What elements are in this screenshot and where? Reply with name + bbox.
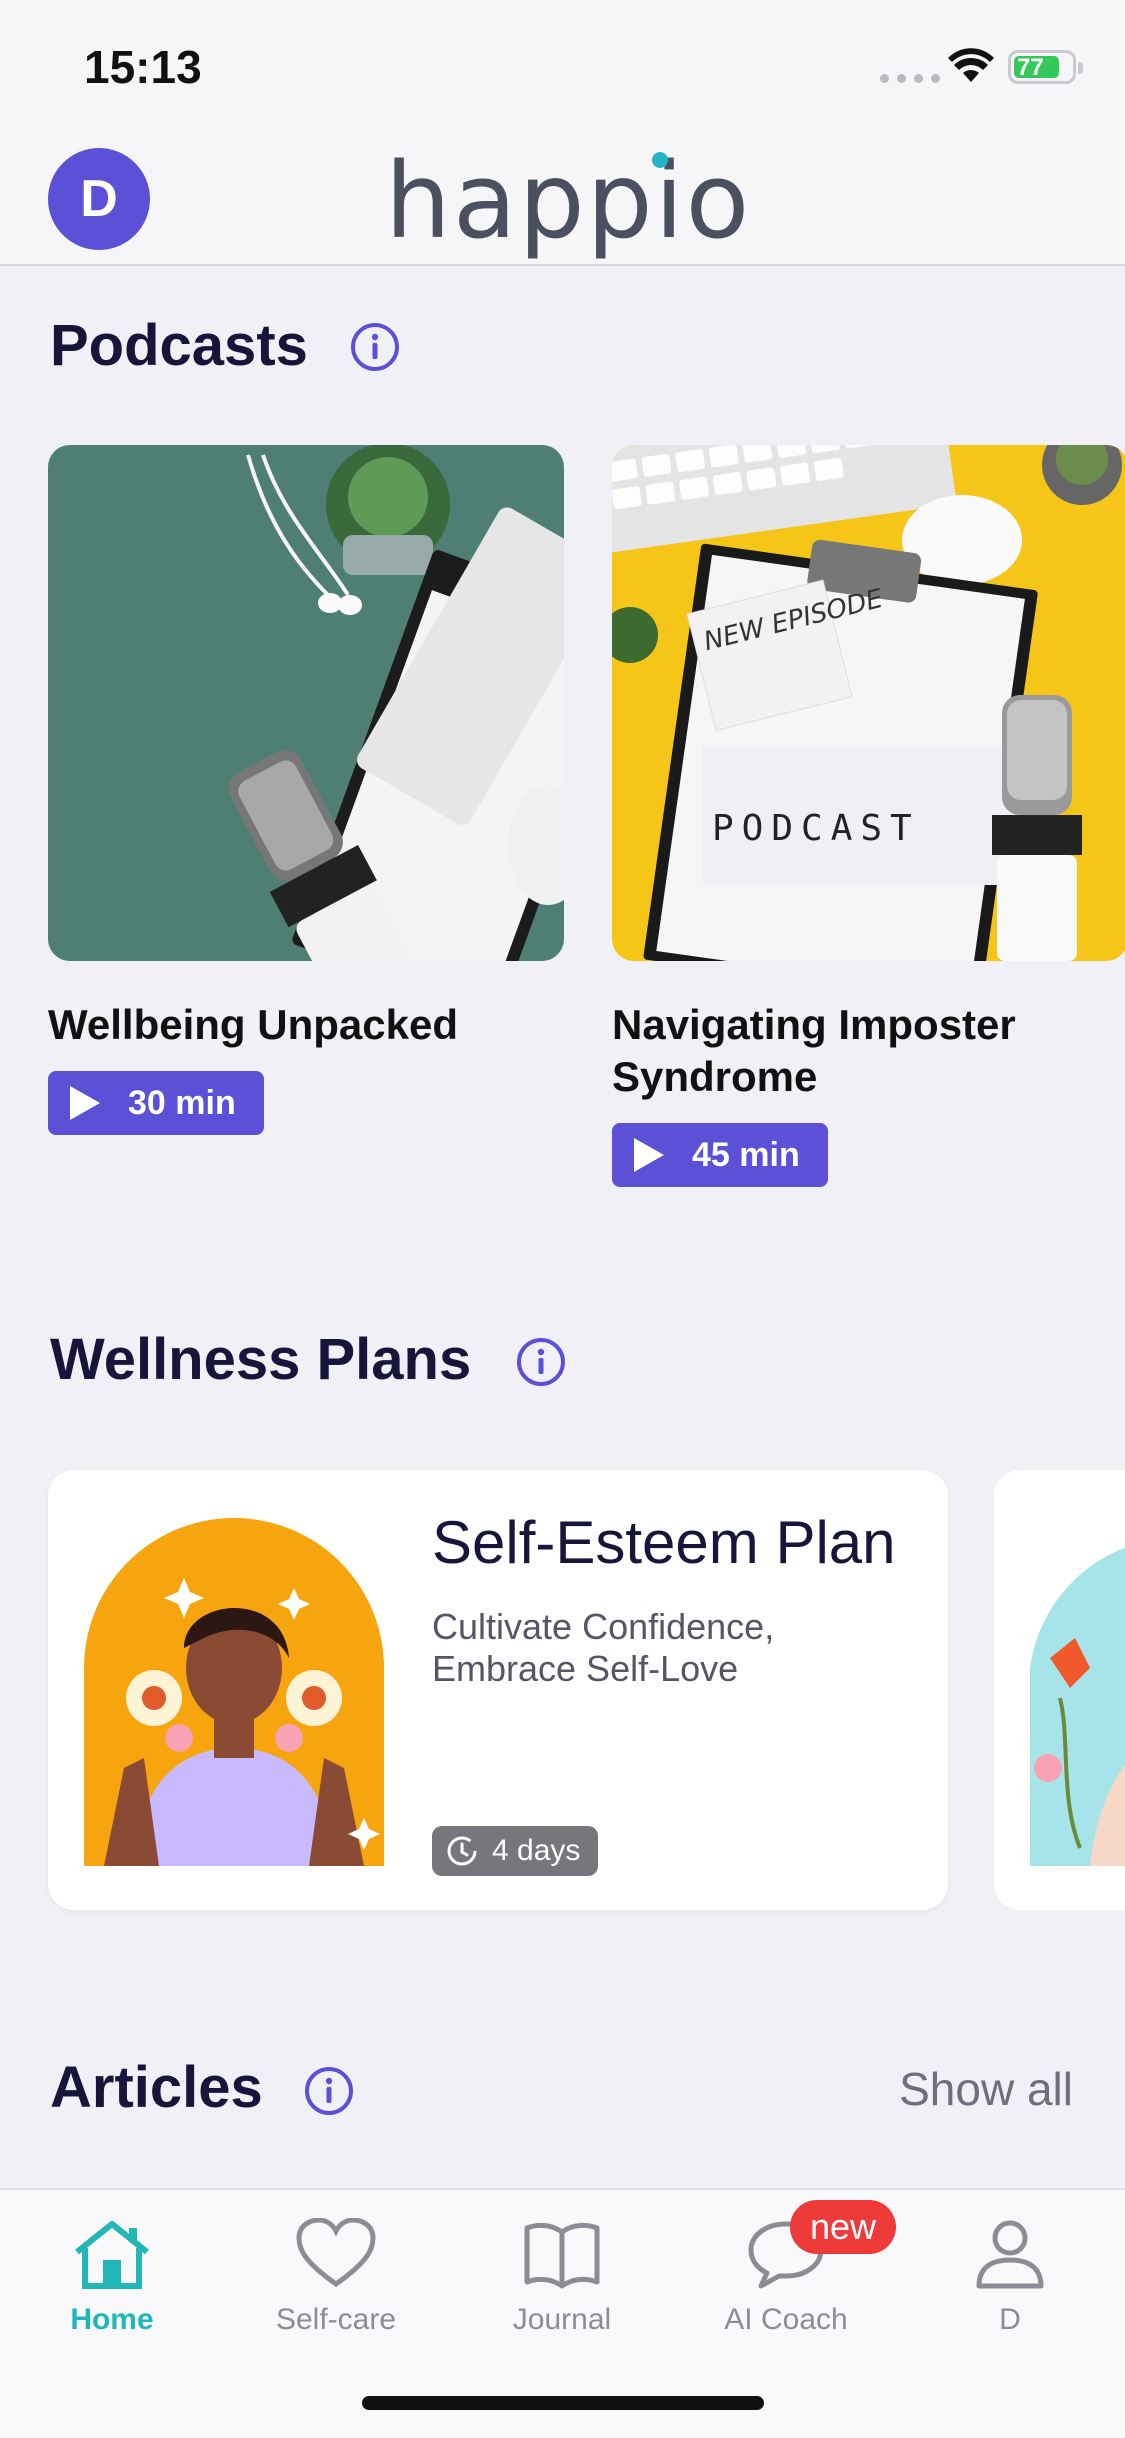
play-icon xyxy=(634,1138,664,1172)
podcast-card-1[interactable]: Wellbeing Unpacked 30 min xyxy=(48,445,564,1135)
signal-icon xyxy=(880,74,940,83)
podcast-play-button-2[interactable]: 45 min xyxy=(612,1123,828,1187)
wellness-info-icon[interactable] xyxy=(516,1337,566,1387)
app-logo: happio xyxy=(385,140,752,262)
tab-journal[interactable]: Journal xyxy=(472,2218,652,2337)
podcasts-info-icon[interactable] xyxy=(350,322,400,372)
book-icon xyxy=(524,2222,600,2289)
heart-icon xyxy=(296,2217,376,2288)
podcast-card-2[interactable]: NEW EPISODE PODCAST Navigating Imposter … xyxy=(612,445,1125,1187)
tab-ai-coach-label: AI Coach xyxy=(724,2303,848,2336)
tab-home[interactable]: Home xyxy=(22,2218,202,2337)
podcast-title-1[interactable]: Wellbeing Unpacked xyxy=(48,999,564,1051)
podcast-image-1[interactable] xyxy=(48,445,564,961)
new-badge: new xyxy=(790,2200,896,2254)
plan-illustration xyxy=(84,1518,384,1866)
podcast-play-button-1[interactable]: 30 min xyxy=(48,1071,264,1135)
plan-card-self-esteem[interactable]: Self-Esteem Plan Cultivate Confidence, E… xyxy=(48,1470,948,1910)
status-time: 15:13 xyxy=(84,41,202,93)
wifi-icon xyxy=(948,48,994,82)
home-indicator[interactable] xyxy=(362,2396,764,2410)
wellness-plans-heading: Wellness Plans xyxy=(50,1327,472,1392)
tab-profile-label: D xyxy=(999,2303,1021,2336)
app-header: D happio xyxy=(0,140,1125,266)
status-bar: 15:13 77 xyxy=(0,0,1125,140)
tab-journal-label: Journal xyxy=(512,2303,612,2336)
podcasts-heading: Podcasts xyxy=(50,313,308,378)
home-icon xyxy=(75,2221,149,2289)
plan-title[interactable]: Self-Esteem Plan xyxy=(432,1508,896,1577)
podcast-title-2[interactable]: Navigating Imposter Syndrome xyxy=(612,999,1125,1103)
articles-heading: Articles xyxy=(50,2055,263,2120)
profile-icon xyxy=(976,2220,1044,2289)
plan-card-next[interactable] xyxy=(994,1470,1125,1910)
plan-subtitle: Cultivate Confidence, Embrace Self-Love xyxy=(432,1606,775,1689)
battery-level: 77 xyxy=(1017,54,1044,81)
logo-dot xyxy=(652,152,668,168)
tab-self-care-label: Self-care xyxy=(275,2303,397,2336)
podcast-duration-2: 45 min xyxy=(692,1135,800,1174)
plan-illustration-2 xyxy=(1030,1547,1125,1866)
battery-icon: 77 xyxy=(1008,50,1083,84)
plan-duration-badge: 4 days xyxy=(432,1826,599,1876)
tab-profile[interactable]: D xyxy=(920,2218,1100,2337)
articles-show-all-link[interactable]: Show all xyxy=(899,2062,1073,2116)
podcast-image-2[interactable]: NEW EPISODE PODCAST xyxy=(612,445,1125,961)
podcast-box-text: PODCAST xyxy=(712,808,920,849)
play-icon xyxy=(70,1086,100,1120)
tab-home-label: Home xyxy=(70,2303,154,2336)
timer-icon xyxy=(447,1836,477,1866)
podcast-duration-1: 30 min xyxy=(128,1083,236,1122)
avatar[interactable]: D xyxy=(48,148,150,250)
plan-duration-text: 4 days xyxy=(492,1834,581,1867)
articles-info-icon[interactable] xyxy=(304,2066,354,2116)
tab-self-care[interactable]: Self-care xyxy=(246,2217,426,2337)
